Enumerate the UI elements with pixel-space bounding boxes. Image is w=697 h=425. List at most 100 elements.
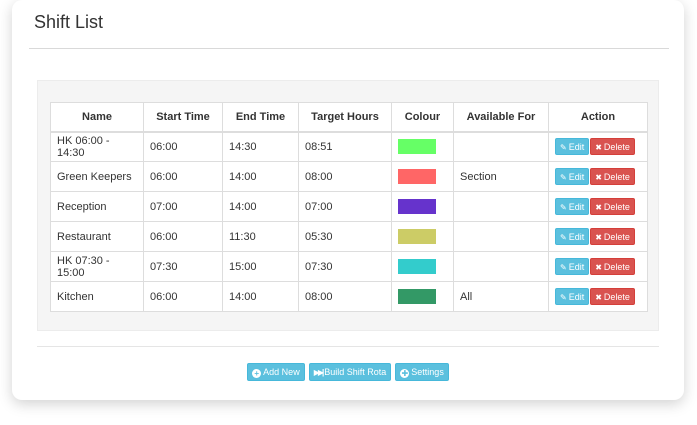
column-header-action: Action <box>548 102 648 133</box>
delete-label: Delete <box>603 262 630 272</box>
colour-swatch <box>398 229 436 244</box>
close-icon: ✖ <box>595 233 602 242</box>
available-for: All <box>453 281 549 312</box>
edit-label: Edit <box>568 202 585 212</box>
shift-table: Name Start Time End Time Target Hours Co… <box>50 102 648 312</box>
colour-swatch <box>398 169 436 184</box>
settings-button[interactable]: ✚ Settings <box>395 363 449 381</box>
end-time: 15:00 <box>222 251 299 282</box>
colour-swatch <box>398 289 436 304</box>
colour-cell <box>391 131 454 162</box>
page-title: Shift List <box>34 12 104 32</box>
shift-name: Kitchen <box>50 281 144 312</box>
delete-button[interactable]: ✖ Delete <box>590 258 635 275</box>
delete-label: Delete <box>603 292 630 302</box>
action-cell: ✎ Edit ✖ Delete <box>548 251 648 282</box>
close-icon: ✖ <box>595 143 602 153</box>
edit-label: Edit <box>568 262 585 272</box>
start-time: 07:00 <box>143 191 223 222</box>
edit-button[interactable]: ✎ Edit <box>555 258 590 275</box>
column-header-name: Name <box>50 102 144 133</box>
pencil-icon: ✎ <box>560 233 567 242</box>
end-time: 14:00 <box>222 281 299 312</box>
table-row: HK 07:30 - 15:00 07:30 15:00 07:30 ✎ Edit ✖ Del… <box>50 251 648 282</box>
colour-cell <box>391 191 454 222</box>
column-header-colour: Colour <box>391 102 454 133</box>
target-hours: 07:30 <box>298 251 392 282</box>
action-cell: ✎ Edit ✖ Delete <box>548 161 648 192</box>
colour-cell <box>391 161 454 192</box>
add-new-label: Add New <box>263 367 300 377</box>
pencil-icon: ✎ <box>560 293 567 302</box>
colour-cell <box>391 221 454 252</box>
edit-label: Edit <box>568 142 585 153</box>
shift-name: HK 07:30 - 15:00 <box>50 251 144 282</box>
shift-name: Reception <box>50 191 144 222</box>
edit-button[interactable]: ✎ Edit <box>555 228 590 245</box>
add-new-button[interactable]: + Add New <box>247 363 305 381</box>
available-for <box>453 221 549 252</box>
column-header-start-time: Start Time <box>143 102 223 133</box>
target-hours: 08:00 <box>298 161 392 192</box>
column-header-end-time: End Time <box>222 102 299 133</box>
pencil-icon: ✎ <box>560 173 567 182</box>
shift-name: Restaurant <box>50 221 144 252</box>
start-time: 07:30 <box>143 251 223 282</box>
edit-button[interactable]: ✎ Edit <box>555 168 590 185</box>
footer-actions: + Add New ▶▶| Build Shift Rota ✚ Settings <box>12 363 684 381</box>
plus-circle-icon: + <box>252 369 262 378</box>
edit-label: Edit <box>568 292 585 302</box>
close-icon: ✖ <box>595 203 602 212</box>
delete-button[interactable]: ✖ Delete <box>590 288 635 305</box>
action-cell: ✎ Edit ✖ Delete <box>548 221 648 252</box>
available-for <box>453 191 549 222</box>
end-time: 11:30 <box>222 221 299 252</box>
column-header-available-for: Available For <box>453 102 549 133</box>
close-icon: ✖ <box>595 293 602 302</box>
target-hours: 08:00 <box>298 281 392 312</box>
action-cell: ✎ Edit ✖ Delete <box>548 191 648 222</box>
table-header-row: Name Start Time End Time Target Hours Co… <box>50 102 648 133</box>
delete-button[interactable]: ✖ Delete <box>590 138 635 156</box>
start-time: 06:00 <box>143 281 223 312</box>
delete-button[interactable]: ✖ Delete <box>590 168 635 185</box>
available-for <box>453 131 549 162</box>
shift-name: Green Keepers <box>50 161 144 192</box>
edit-button[interactable]: ✎ Edit <box>555 138 590 156</box>
edit-button[interactable]: ✎ Edit <box>555 198 590 215</box>
gear-circle-icon: ✚ <box>400 369 410 378</box>
end-time: 14:00 <box>222 191 299 222</box>
delete-button[interactable]: ✖ Delete <box>590 228 635 245</box>
available-for <box>453 251 549 282</box>
pencil-icon: ✎ <box>560 263 567 272</box>
delete-label: Delete <box>603 232 630 242</box>
table-row: Kitchen 06:00 14:00 08:00 All ✎ Edit ✖ Delete <box>50 281 648 312</box>
end-time: 14:30 <box>222 131 299 162</box>
edit-button[interactable]: ✎ Edit <box>555 288 590 305</box>
colour-swatch <box>398 259 436 274</box>
column-header-target-hours: Target Hours <box>298 102 392 133</box>
delete-label: Delete <box>603 202 630 212</box>
shift-name: HK 06:00 - 14:30 <box>50 131 144 162</box>
start-time: 06:00 <box>143 161 223 192</box>
delete-label: Delete <box>603 172 630 182</box>
table-row: HK 06:00 - 14:30 06:00 14:30 08:51 ✎ Edit ✖ Del… <box>50 131 648 162</box>
colour-swatch <box>398 139 436 155</box>
fast-forward-icon: ▶▶| <box>313 368 324 377</box>
end-time: 14:00 <box>222 161 299 192</box>
table-row: Green Keepers 06:00 14:00 08:00 Section ✎ Edit… <box>50 161 648 192</box>
action-cell: ✎ Edit ✖ Delete <box>548 281 648 312</box>
start-time: 06:00 <box>143 221 223 252</box>
title-divider <box>29 48 669 49</box>
target-hours: 08:51 <box>298 131 392 162</box>
build-shift-rota-button[interactable]: ▶▶| Build Shift Rota <box>308 363 392 381</box>
table-row: Reception 07:00 14:00 07:00 ✎ Edit ✖ Delete <box>50 191 648 222</box>
colour-swatch <box>398 199 436 214</box>
delete-label: Delete <box>603 142 630 153</box>
target-hours: 07:00 <box>298 191 392 222</box>
delete-button[interactable]: ✖ Delete <box>590 198 635 215</box>
colour-cell <box>391 251 454 282</box>
start-time: 06:00 <box>143 131 223 162</box>
table-panel: Name Start Time End Time Target Hours Co… <box>37 80 659 331</box>
close-icon: ✖ <box>595 173 602 182</box>
